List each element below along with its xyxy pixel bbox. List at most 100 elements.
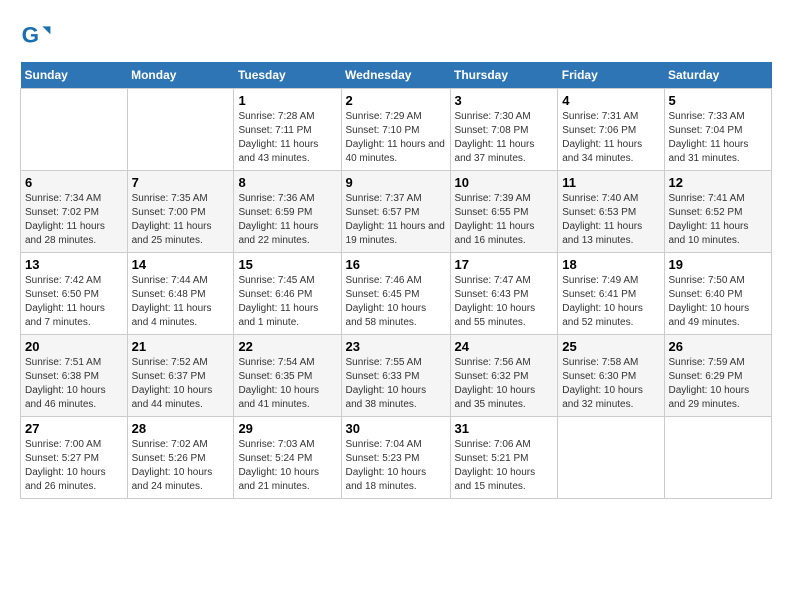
calendar-cell: 27Sunrise: 7:00 AM Sunset: 5:27 PM Dayli… (21, 417, 128, 499)
day-number: 23 (346, 339, 446, 354)
calendar-cell: 20 Sunrise: 7:51 AM Sunset: 6:38 PM Dayli… (21, 335, 128, 417)
day-info: Sunrise: 7:34 AM Sunset: 7:02 PM Dayligh… (25, 192, 123, 248)
calendar-cell: 4Sunrise: 7:31 AM Sunset: 7:06 PM Daylig… (558, 89, 664, 171)
day-number: 19 (669, 257, 768, 272)
calendar-cell: 2 Sunrise: 7:29 AM Sunset: 7:10 PM Daylig… (341, 89, 450, 171)
calendar-cell: 1 Sunrise: 7:28 AM Sunset: 7:11 PM Daylig… (234, 89, 341, 171)
day-info: Sunrise: 7:39 AM Sunset: 6:55 PM Dayligh… (455, 192, 554, 248)
day-number: 5 (669, 93, 768, 108)
week-row-4: 20 Sunrise: 7:51 AM Sunset: 6:38 PM Dayli… (21, 335, 772, 417)
header-sunday: Sunday (21, 62, 128, 89)
day-number: 28 (132, 421, 230, 436)
day-number: 29 (238, 421, 336, 436)
day-number: 2 (346, 93, 446, 108)
day-number: 10 (455, 175, 554, 190)
calendar-cell: 14Sunrise: 7:44 AM Sunset: 6:48 PM Dayli… (127, 253, 234, 335)
day-info: Sunrise: 7:36 AM Sunset: 6:59 PM Dayligh… (238, 192, 336, 248)
day-number: 6 (25, 175, 123, 190)
calendar-cell: 10 Sunrise: 7:39 AM Sunset: 6:55 PM Dayli… (450, 171, 558, 253)
day-number: 9 (346, 175, 446, 190)
calendar-cell: 22 Sunrise: 7:54 AM Sunset: 6:35 PM Dayli… (234, 335, 341, 417)
day-number: 30 (346, 421, 446, 436)
day-info: Sunrise: 7:33 AM Sunset: 7:04 PM Dayligh… (669, 110, 768, 166)
header-friday: Friday (558, 62, 664, 89)
day-info: Sunrise: 7:41 AM Sunset: 6:52 PM Dayligh… (669, 192, 768, 248)
week-row-1: 1 Sunrise: 7:28 AM Sunset: 7:11 PM Daylig… (21, 89, 772, 171)
week-row-5: 27Sunrise: 7:00 AM Sunset: 5:27 PM Dayli… (21, 417, 772, 499)
calendar-cell: 18 Sunrise: 7:49 AM Sunset: 6:41 PM Dayli… (558, 253, 664, 335)
calendar-cell: 23 Sunrise: 7:55 AM Sunset: 6:33 PM Dayli… (341, 335, 450, 417)
day-info: Sunrise: 7:00 AM Sunset: 5:27 PM Dayligh… (25, 438, 123, 494)
day-info: Sunrise: 7:30 AM Sunset: 7:08 PM Dayligh… (455, 110, 554, 166)
day-number: 18 (562, 257, 659, 272)
header-tuesday: Tuesday (234, 62, 341, 89)
calendar-cell: 25 Sunrise: 7:58 AM Sunset: 6:30 PM Dayli… (558, 335, 664, 417)
header-monday: Monday (127, 62, 234, 89)
day-number: 25 (562, 339, 659, 354)
calendar-cell (21, 89, 128, 171)
day-info: Sunrise: 7:54 AM Sunset: 6:35 PM Dayligh… (238, 356, 336, 412)
calendar-cell: 26 Sunrise: 7:59 AM Sunset: 6:29 PM Dayli… (664, 335, 772, 417)
day-number: 13 (25, 257, 123, 272)
calendar-cell: 7 Sunrise: 7:35 AM Sunset: 7:00 PM Daylig… (127, 171, 234, 253)
calendar-cell: 11Sunrise: 7:40 AM Sunset: 6:53 PM Dayli… (558, 171, 664, 253)
calendar-cell: 24Sunrise: 7:56 AM Sunset: 6:32 PM Dayli… (450, 335, 558, 417)
calendar-cell (127, 89, 234, 171)
header-row: SundayMondayTuesdayWednesdayThursdayFrid… (21, 62, 772, 89)
calendar-cell: 21Sunrise: 7:52 AM Sunset: 6:37 PM Dayli… (127, 335, 234, 417)
day-info: Sunrise: 7:58 AM Sunset: 6:30 PM Dayligh… (562, 356, 659, 412)
calendar-cell: 8 Sunrise: 7:36 AM Sunset: 6:59 PM Daylig… (234, 171, 341, 253)
calendar-body: 1 Sunrise: 7:28 AM Sunset: 7:11 PM Daylig… (21, 89, 772, 499)
logo: G (20, 20, 56, 52)
day-info: Sunrise: 7:45 AM Sunset: 6:46 PM Dayligh… (238, 274, 336, 330)
page-header: G (20, 20, 772, 52)
calendar-table: SundayMondayTuesdayWednesdayThursdayFrid… (20, 62, 772, 499)
calendar-cell (558, 417, 664, 499)
day-info: Sunrise: 7:40 AM Sunset: 6:53 PM Dayligh… (562, 192, 659, 248)
day-number: 16 (346, 257, 446, 272)
day-number: 26 (669, 339, 768, 354)
week-row-2: 6 Sunrise: 7:34 AM Sunset: 7:02 PM Daylig… (21, 171, 772, 253)
logo-icon: G (20, 20, 52, 52)
day-number: 12 (669, 175, 768, 190)
day-number: 14 (132, 257, 230, 272)
calendar-cell: 9 Sunrise: 7:37 AM Sunset: 6:57 PM Daylig… (341, 171, 450, 253)
calendar-cell: 31Sunrise: 7:06 AM Sunset: 5:21 PM Dayli… (450, 417, 558, 499)
day-info: Sunrise: 7:52 AM Sunset: 6:37 PM Dayligh… (132, 356, 230, 412)
day-number: 8 (238, 175, 336, 190)
calendar-cell (664, 417, 772, 499)
day-info: Sunrise: 7:55 AM Sunset: 6:33 PM Dayligh… (346, 356, 446, 412)
day-info: Sunrise: 7:28 AM Sunset: 7:11 PM Dayligh… (238, 110, 336, 166)
day-info: Sunrise: 7:50 AM Sunset: 6:40 PM Dayligh… (669, 274, 768, 330)
calendar-cell: 30 Sunrise: 7:04 AM Sunset: 5:23 PM Dayli… (341, 417, 450, 499)
day-number: 15 (238, 257, 336, 272)
calendar-header: SundayMondayTuesdayWednesdayThursdayFrid… (21, 62, 772, 89)
day-info: Sunrise: 7:42 AM Sunset: 6:50 PM Dayligh… (25, 274, 123, 330)
calendar-cell: 15 Sunrise: 7:45 AM Sunset: 6:46 PM Dayli… (234, 253, 341, 335)
calendar-cell: 19 Sunrise: 7:50 AM Sunset: 6:40 PM Dayli… (664, 253, 772, 335)
day-info: Sunrise: 7:04 AM Sunset: 5:23 PM Dayligh… (346, 438, 446, 494)
day-info: Sunrise: 7:03 AM Sunset: 5:24 PM Dayligh… (238, 438, 336, 494)
day-info: Sunrise: 7:02 AM Sunset: 5:26 PM Dayligh… (132, 438, 230, 494)
day-info: Sunrise: 7:29 AM Sunset: 7:10 PM Dayligh… (346, 110, 446, 166)
day-number: 3 (455, 93, 554, 108)
day-number: 4 (562, 93, 659, 108)
day-info: Sunrise: 7:37 AM Sunset: 6:57 PM Dayligh… (346, 192, 446, 248)
header-saturday: Saturday (664, 62, 772, 89)
day-info: Sunrise: 7:49 AM Sunset: 6:41 PM Dayligh… (562, 274, 659, 330)
day-number: 7 (132, 175, 230, 190)
day-number: 20 (25, 339, 123, 354)
day-info: Sunrise: 7:47 AM Sunset: 6:43 PM Dayligh… (455, 274, 554, 330)
week-row-3: 13 Sunrise: 7:42 AM Sunset: 6:50 PM Dayli… (21, 253, 772, 335)
calendar-cell: 16Sunrise: 7:46 AM Sunset: 6:45 PM Dayli… (341, 253, 450, 335)
day-number: 17 (455, 257, 554, 272)
calendar-cell: 13 Sunrise: 7:42 AM Sunset: 6:50 PM Dayli… (21, 253, 128, 335)
day-number: 31 (455, 421, 554, 436)
day-number: 22 (238, 339, 336, 354)
calendar-cell: 29 Sunrise: 7:03 AM Sunset: 5:24 PM Dayli… (234, 417, 341, 499)
day-info: Sunrise: 7:35 AM Sunset: 7:00 PM Dayligh… (132, 192, 230, 248)
calendar-cell: 5 Sunrise: 7:33 AM Sunset: 7:04 PM Daylig… (664, 89, 772, 171)
day-info: Sunrise: 7:51 AM Sunset: 6:38 PM Dayligh… (25, 356, 123, 412)
day-number: 1 (238, 93, 336, 108)
day-info: Sunrise: 7:59 AM Sunset: 6:29 PM Dayligh… (669, 356, 768, 412)
